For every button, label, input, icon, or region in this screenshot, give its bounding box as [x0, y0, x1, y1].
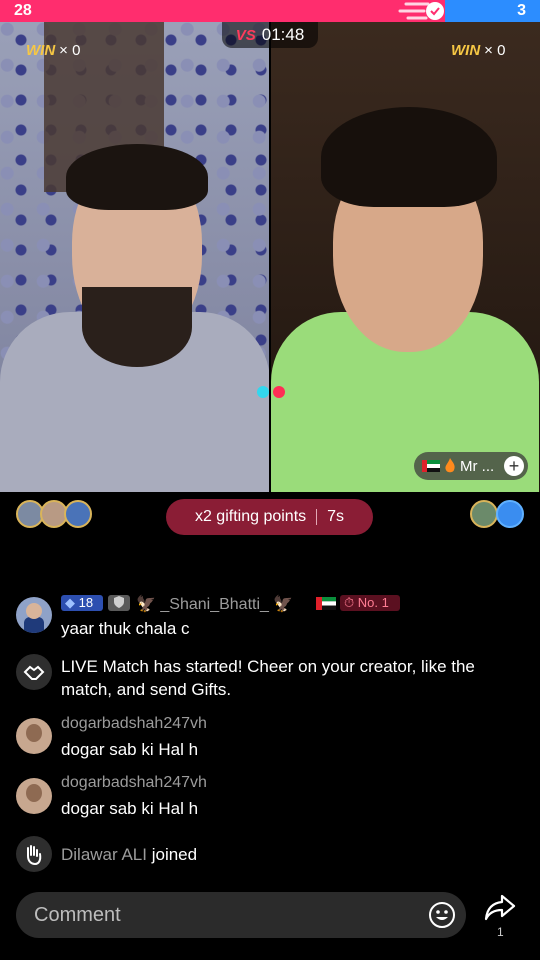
top-gifter-avatar[interactable]: [64, 500, 92, 528]
left-host-hair: [66, 144, 208, 210]
chat-username[interactable]: dogarbadshah247vh: [61, 774, 207, 792]
left-host-video[interactable]: WIN × 0: [0, 22, 269, 492]
right-host-hair: [321, 107, 497, 207]
pill-divider: [316, 509, 318, 525]
comment-box[interactable]: [16, 892, 466, 938]
system-message: LIVE Match has started! Cheer on your cr…: [61, 657, 475, 699]
share-icon[interactable]: [484, 892, 516, 922]
right-win-counter: WIN × 0: [451, 42, 506, 59]
fire-icon: [445, 458, 455, 473]
left-host-beard: [82, 287, 192, 367]
chat-avatar[interactable]: [16, 718, 52, 754]
follow-plus-icon[interactable]: +: [504, 456, 524, 476]
chat-message: dogar sab ki Hal h: [61, 740, 199, 759]
right-score-segment: 3: [444, 0, 540, 22]
chat-avatar[interactable]: [16, 778, 52, 814]
vs-icon: VS: [235, 26, 256, 44]
uae-flag-icon: [422, 460, 440, 472]
chat-message: dogar sab ki Hal h: [61, 799, 199, 818]
level-badge: ◆ 18: [61, 595, 103, 611]
emoji-icon[interactable]: [428, 901, 456, 929]
handshake-icon: [16, 654, 52, 690]
left-win-counter: WIN × 0: [26, 42, 81, 59]
wave-hand-icon: [16, 836, 52, 872]
battle-timer: VS 01:48: [222, 22, 318, 48]
left-score: 28: [14, 2, 32, 19]
comment-input[interactable]: [32, 902, 416, 928]
host-name: Mr ...: [460, 457, 495, 475]
score-divider-icon: [398, 2, 444, 20]
rank-badge: ⏱ No. 1: [340, 595, 400, 611]
right-score: 3: [517, 2, 526, 19]
left-score-segment: 28: [0, 0, 445, 22]
chat-avatar[interactable]: [16, 597, 52, 633]
chat-username[interactable]: Dilawar ALI: [61, 845, 147, 864]
top-gifter-avatar[interactable]: [470, 500, 498, 528]
share-count: 1: [497, 925, 504, 939]
uae-flag-icon: [316, 597, 336, 610]
host-profile-chip[interactable]: Mr ... +: [414, 452, 528, 480]
left-team-dot: [257, 386, 269, 398]
gifting-label: x2 gifting points: [194, 508, 307, 525]
timer-text: 01:48: [261, 25, 305, 44]
gifting-countdown: 7s: [327, 508, 345, 525]
right-team-dot: [273, 386, 285, 398]
join-action: joined: [151, 845, 198, 864]
chat-username[interactable]: dogarbadshah247vh: [61, 715, 207, 733]
top-gifter-avatar[interactable]: [496, 500, 524, 528]
battle-score-bar: 28 3: [0, 0, 540, 22]
right-host-video[interactable]: WIN × 0 Mr ... +: [271, 22, 540, 492]
chat-message: yaar thuk chala c: [61, 619, 190, 638]
chat-username[interactable]: 🦅 _Shani_Bhatti_ 🦅: [136, 594, 293, 614]
shield-badge-icon: [108, 595, 130, 611]
join-message: Dilawar ALI joined: [61, 843, 197, 866]
gifting-points-pill[interactable]: x2 gifting points 7s: [166, 499, 373, 535]
